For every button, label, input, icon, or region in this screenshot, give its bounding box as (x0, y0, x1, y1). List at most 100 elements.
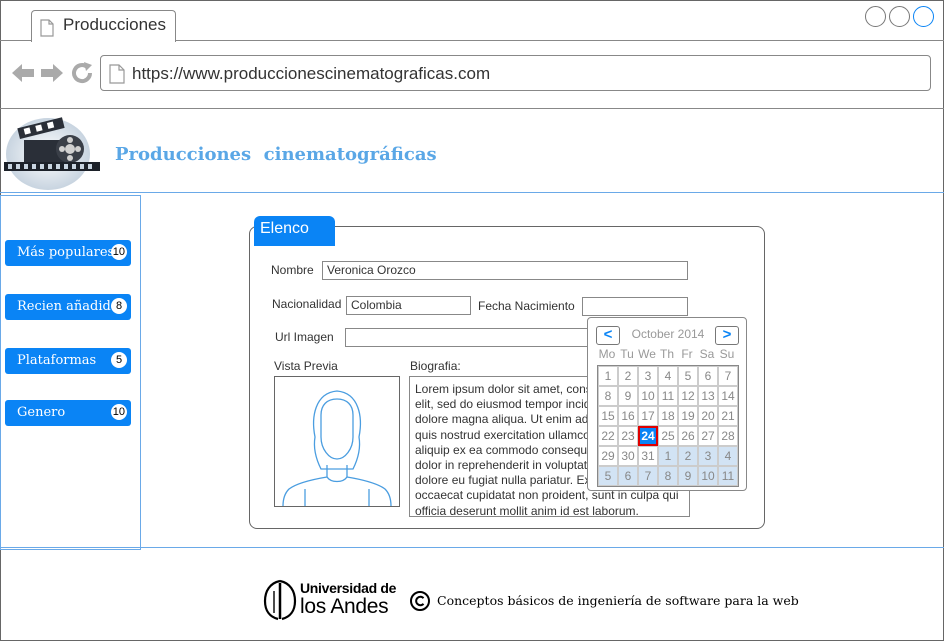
calendar-day[interactable]: 8 (658, 466, 678, 486)
calendar-day[interactable]: 1 (658, 446, 678, 466)
birthdate-label: Fecha Nacimiento (478, 299, 575, 313)
window-minimize-button[interactable] (865, 6, 886, 27)
header-divider (0, 192, 944, 193)
calendar-day[interactable]: 9 (618, 386, 638, 406)
calendar-day[interactable]: 17 (638, 406, 658, 426)
panel-title: Elenco (254, 216, 335, 246)
site-logo (4, 114, 102, 190)
calendar-day[interactable]: 2 (678, 446, 698, 466)
calendar-day[interactable]: 11 (718, 466, 738, 486)
image-url-label: Url Imagen (275, 330, 334, 344)
calendar-day[interactable]: 30 (618, 446, 638, 466)
calendar-day[interactable]: 28 (718, 426, 738, 446)
calendar-day[interactable]: 6 (618, 466, 638, 486)
image-preview (274, 376, 400, 507)
calendar-day[interactable]: 2 (618, 366, 638, 386)
weekday-label: Su (719, 347, 735, 361)
calendar-day[interactable]: 1 (598, 366, 618, 386)
calendar-day[interactable]: 27 (698, 426, 718, 446)
name-label: Nombre (271, 263, 314, 277)
calendar-day[interactable]: 5 (678, 366, 698, 386)
calendar-day[interactable]: 3 (698, 446, 718, 466)
name-field[interactable]: Veronica Orozco (322, 261, 688, 280)
calendar-day[interactable]: 23 (618, 426, 638, 446)
reload-icon[interactable] (70, 61, 94, 90)
image-url-field[interactable] (345, 328, 590, 347)
footer-divider (0, 547, 944, 548)
sidebar-item-recien-anadida[interactable]: Recien añadida 8 (5, 294, 131, 320)
weekday-label: We (638, 347, 656, 361)
calendar-day[interactable]: 12 (678, 386, 698, 406)
calendar-day[interactable]: 26 (678, 426, 698, 446)
calendar-day[interactable]: 5 (598, 466, 618, 486)
footer-text: Conceptos básicos de ingeniería de softw… (437, 593, 799, 608)
calendar-day[interactable]: 6 (698, 366, 718, 386)
calendar-day[interactable]: 7 (718, 366, 738, 386)
browser-tab[interactable]: Producciones (31, 10, 176, 42)
calendar-day[interactable]: 29 (598, 446, 618, 466)
calendar-day[interactable]: 11 (658, 386, 678, 406)
calendar-day[interactable]: 8 (598, 386, 618, 406)
sidebar-item-label: Genero (17, 405, 66, 420)
calendar-day[interactable]: 15 (598, 406, 618, 426)
site-title: Producciones cinematográficas (115, 144, 437, 165)
birthdate-field[interactable] (582, 297, 688, 316)
person-placeholder-icon (282, 390, 392, 507)
sidebar-item-genero[interactable]: Genero 10 (5, 400, 131, 426)
copyright-icon (409, 590, 431, 612)
weekday-label: Sa (699, 347, 715, 361)
sidebar-item-label: Recien añadida (17, 299, 119, 314)
count-badge: 10 (110, 244, 127, 260)
sidebar-item-mas-populares[interactable]: Más populares 10 (5, 240, 131, 266)
sidebar-item-label: Más populares (17, 245, 115, 260)
calendar-day[interactable]: 3 (638, 366, 658, 386)
page-icon (109, 64, 125, 89)
university-emblem-icon (263, 579, 297, 621)
calendar-day[interactable]: 10 (698, 466, 718, 486)
toolbar-divider (0, 108, 944, 109)
window-close-button[interactable] (913, 6, 934, 27)
nationality-field[interactable]: Colombia (346, 296, 471, 315)
calendar-day[interactable]: 25 (658, 426, 678, 446)
calendar-day[interactable]: 9 (678, 466, 698, 486)
tab-title: Producciones (63, 15, 167, 34)
date-picker: < October 2014 > Mo Tu We Th Fr Sa Su 12… (587, 317, 747, 491)
sidebar-item-plataformas[interactable]: Plataformas 5 (5, 348, 131, 374)
forward-arrow-icon[interactable] (40, 62, 64, 89)
weekday-label: Mo (598, 347, 616, 361)
calendar-day[interactable]: 7 (638, 466, 658, 486)
university-name-line1: Universidad de (300, 580, 397, 596)
weekday-label: Th (659, 347, 674, 361)
calendar-day[interactable]: 21 (718, 406, 738, 426)
bio-label: Biografia: (410, 359, 461, 373)
page-icon (40, 19, 54, 42)
calendar-day[interactable]: 22 (598, 426, 618, 446)
calendar-grid: 1 2 3 4 5 6 7 8 9 10 11 12 13 14 15 16 17 18 19 20 21 22 23 24 2… (597, 365, 739, 487)
calendar-day[interactable]: 16 (618, 406, 638, 426)
calendar-day[interactable]: 4 (658, 366, 678, 386)
preview-label: Vista Previa (274, 359, 338, 373)
university-name-line2: los Andes (300, 595, 389, 618)
next-month-button[interactable]: > (715, 326, 739, 345)
count-badge: 5 (111, 352, 127, 368)
address-bar[interactable]: https://www.produccionescinematograficas… (100, 55, 931, 91)
calendar-day[interactable]: 19 (678, 406, 698, 426)
window-maximize-button[interactable] (889, 6, 910, 27)
url-text: https://www.produccionescinematograficas… (132, 64, 491, 83)
count-badge: 10 (110, 404, 127, 420)
calendar-day[interactable]: 14 (718, 386, 738, 406)
calendar-day[interactable]: 31 (638, 446, 658, 466)
prev-month-button[interactable]: < (596, 326, 620, 345)
back-arrow-icon[interactable] (11, 62, 35, 89)
nationality-label: Nacionalidad (272, 297, 342, 311)
calendar-day[interactable]: 18 (658, 406, 678, 426)
sidebar-item-label: Plataformas (17, 353, 97, 368)
count-badge: 8 (111, 298, 127, 314)
weekday-label: Fr (681, 347, 693, 361)
calendar-day[interactable]: 4 (718, 446, 738, 466)
calendar-day[interactable]: 20 (698, 406, 718, 426)
calendar-month-label: October 2014 (631, 327, 705, 341)
calendar-day[interactable]: 13 (698, 386, 718, 406)
calendar-day-selected[interactable]: 24 (638, 426, 658, 446)
calendar-day[interactable]: 10 (638, 386, 658, 406)
